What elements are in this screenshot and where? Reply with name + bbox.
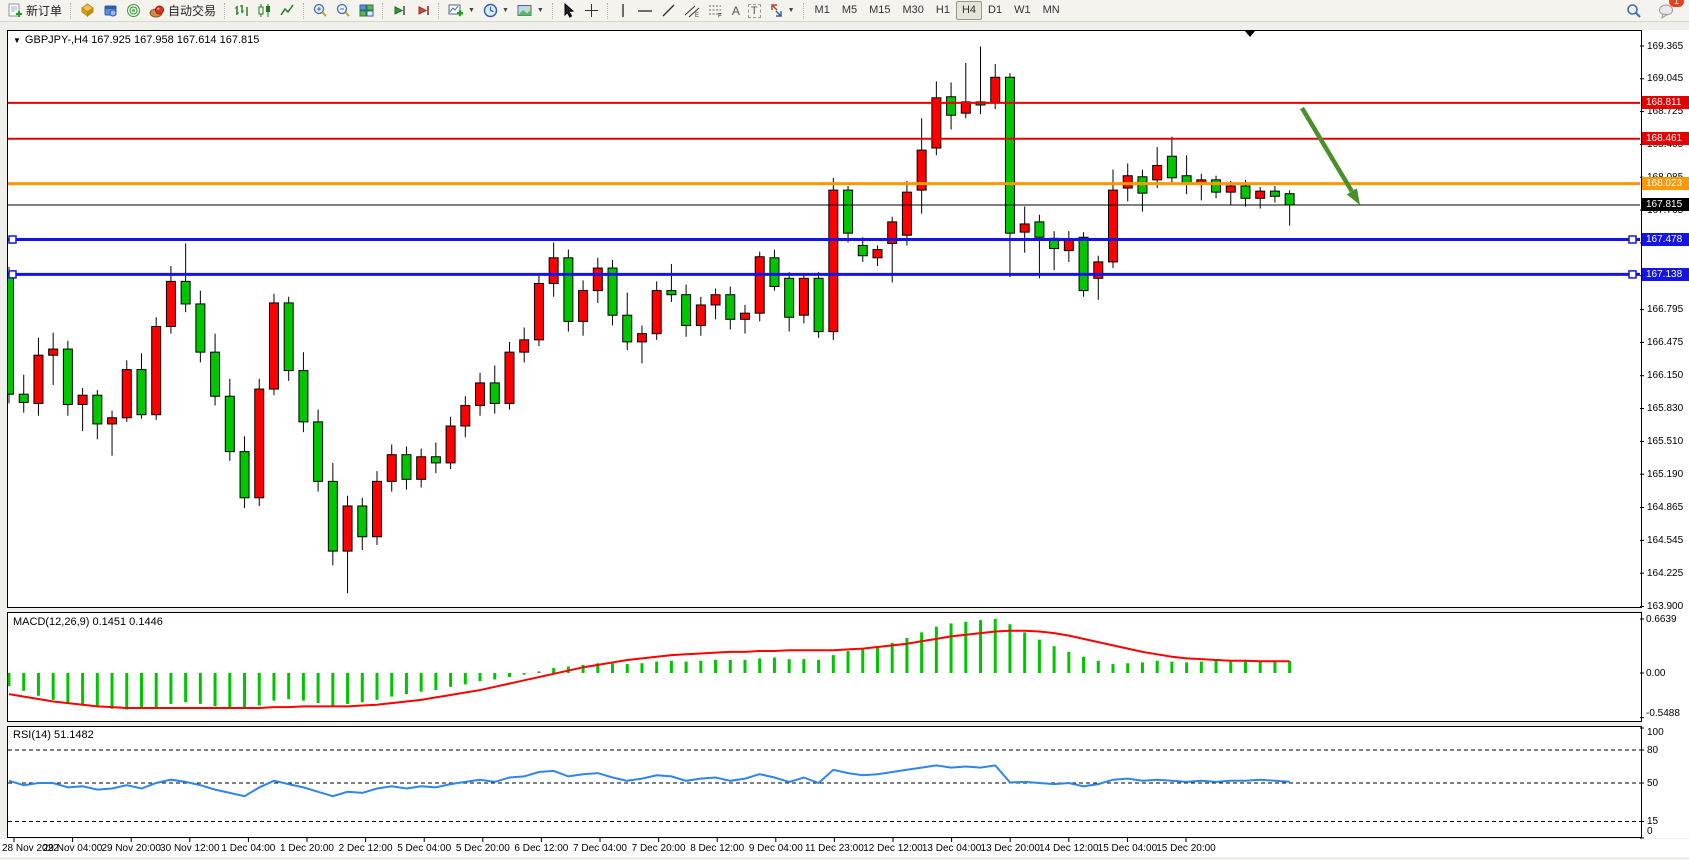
bar-chart-button[interactable] <box>230 0 253 22</box>
mt4-window: 新订单 自动交易 <box>0 0 1689 860</box>
timeframe-button-d1[interactable]: D1 <box>982 1 1008 20</box>
new-order-button[interactable]: 新订单 <box>4 0 66 22</box>
search-button[interactable] <box>1622 0 1646 22</box>
separator <box>607 3 609 19</box>
dropdown-caret: ▼ <box>537 7 544 14</box>
arrow-objects-icon <box>769 3 784 18</box>
cursor-icon <box>562 3 576 18</box>
timeframe-button-mn[interactable]: MN <box>1037 1 1066 20</box>
trendline-icon <box>661 3 676 18</box>
timeframe-switcher: M1M5M15M30H1H4D1W1MN <box>809 1 1066 20</box>
horizontal-line-icon <box>637 3 653 18</box>
signals-button[interactable] <box>122 0 145 22</box>
tile-windows-button[interactable] <box>355 0 378 22</box>
separator <box>224 3 226 19</box>
trendline-tool-button[interactable] <box>657 0 680 22</box>
text-tool-icon: A <box>732 4 740 18</box>
fibonacci-icon: F <box>708 3 724 18</box>
zoom-out-button[interactable] <box>332 0 355 22</box>
auto-trading-icon <box>149 3 165 18</box>
timeframe-button-h1[interactable]: H1 <box>930 1 956 20</box>
separator <box>303 3 305 19</box>
line-chart-icon <box>280 3 295 18</box>
chart-collapse-icon: ▼ <box>13 36 21 45</box>
new-order-label: 新订单 <box>26 2 62 19</box>
separator <box>70 3 72 19</box>
timeframe-button-m30[interactable]: M30 <box>897 1 930 20</box>
timeframe-button-m5[interactable]: M5 <box>836 1 863 20</box>
search-icon <box>1626 3 1642 19</box>
chart-shift-button[interactable] <box>411 0 434 22</box>
timeframe-button-h4[interactable]: H4 <box>956 1 982 20</box>
vertical-line-icon <box>617 3 629 18</box>
zoom-in-button[interactable] <box>309 0 332 22</box>
crosshair-icon <box>584 3 599 18</box>
separator <box>438 3 440 19</box>
new-chart-icon <box>448 3 464 18</box>
auto-trading-label: 自动交易 <box>168 2 216 19</box>
arrows-tool-button[interactable]: ▼ <box>765 0 799 22</box>
main-chart-panel[interactable] <box>7 30 1642 608</box>
fibonacci-tool-button[interactable]: F <box>704 0 728 22</box>
zoom-out-icon <box>336 3 351 18</box>
price-axis[interactable] <box>1642 30 1689 838</box>
market-watch-button[interactable] <box>99 0 122 22</box>
separator <box>552 3 554 19</box>
dropdown-caret: ▼ <box>502 7 509 14</box>
toolbar: 新订单 自动交易 <box>0 0 1689 22</box>
equidistant-channel-icon: E <box>684 3 700 18</box>
blue-window-icon <box>103 3 118 18</box>
macd-panel[interactable] <box>7 612 1642 722</box>
chart-shift-icon <box>415 3 430 18</box>
indicators-button[interactable] <box>76 0 99 22</box>
rsi-panel[interactable] <box>7 726 1642 838</box>
dropdown-caret: ▼ <box>788 7 795 14</box>
auto-scroll-button[interactable] <box>388 0 411 22</box>
timeframe-button-w1[interactable]: W1 <box>1008 1 1037 20</box>
tile-windows-icon <box>359 3 374 18</box>
line-chart-button[interactable] <box>276 0 299 22</box>
notification-badge: 1 <box>1669 0 1684 7</box>
bar-chart-icon <box>234 3 249 18</box>
separator <box>803 3 805 19</box>
vertical-line-tool-button[interactable] <box>613 0 633 22</box>
radar-icon <box>126 3 141 18</box>
timeframe-button-m15[interactable]: M15 <box>863 1 896 20</box>
crosshair-tool-button[interactable] <box>580 0 603 22</box>
channel-tool-button[interactable]: E <box>680 0 704 22</box>
separator <box>382 3 384 19</box>
zoom-in-icon <box>313 3 328 18</box>
dropdown-caret: ▼ <box>468 7 475 14</box>
templates-button[interactable]: ▼ <box>513 0 548 22</box>
candlestick-chart-button[interactable] <box>253 0 276 22</box>
cursor-tool-button[interactable] <box>558 0 580 22</box>
chart-title: ▼GBPJPY-,H4 167.925 167.958 167.614 167.… <box>13 34 259 46</box>
time-axis[interactable] <box>0 839 1689 857</box>
clock-icon <box>483 3 498 18</box>
auto-scroll-icon <box>392 3 407 18</box>
text-label-tool-button[interactable]: T <box>744 0 765 22</box>
text-tool-button[interactable]: A <box>728 0 744 22</box>
chat-button[interactable]: 1 <box>1654 0 1679 22</box>
auto-trading-button[interactable]: 自动交易 <box>145 0 220 22</box>
new-order-icon <box>8 3 23 18</box>
svg-text:E: E <box>695 13 699 18</box>
candlestick-chart-icon <box>257 3 272 18</box>
profiles-button[interactable]: ▼ <box>479 0 513 22</box>
horizontal-line-tool-button[interactable] <box>633 0 657 22</box>
text-label-tool-icon: T <box>748 4 761 18</box>
timeframe-button-m1[interactable]: M1 <box>809 1 836 20</box>
macd-indicator-label: MACD(12,26,9) 0.1451 0.1446 <box>13 616 163 628</box>
svg-text:F: F <box>718 13 722 19</box>
template-icon <box>517 3 533 18</box>
new-chart-button[interactable]: ▼ <box>444 0 479 22</box>
rsi-indicator-label: RSI(14) 51.1482 <box>13 729 94 741</box>
yellow-cube-icon <box>80 3 95 18</box>
